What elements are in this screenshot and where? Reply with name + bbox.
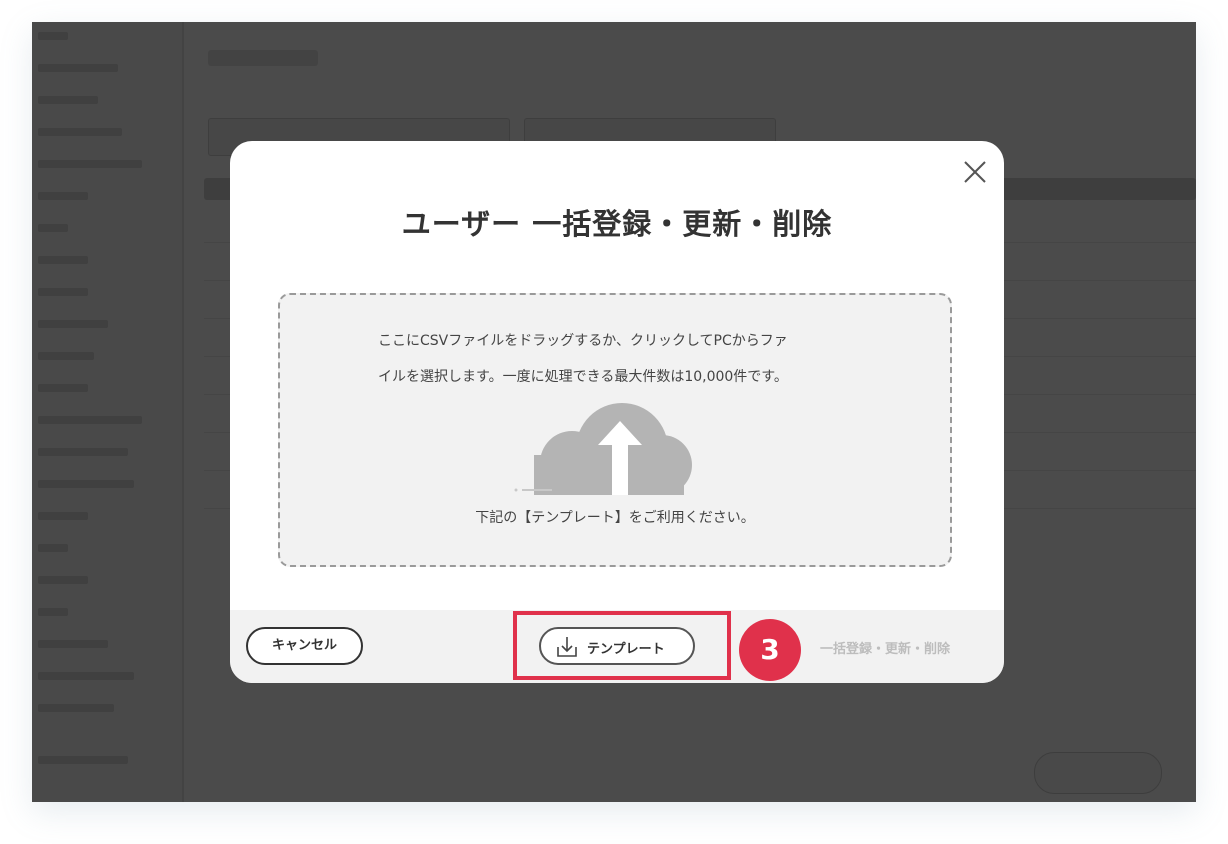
step-number-badge: 3 — [739, 619, 801, 681]
bulk-submit-button: 一括登録・更新・削除 — [820, 642, 951, 657]
close-icon[interactable] — [958, 155, 992, 189]
csv-dropzone[interactable]: ここにCSVファイルをドラッグするか、クリックしてPCからファ イルを選択します… — [278, 293, 952, 567]
bulk-import-modal: ユーザー 一括登録・更新・削除 ここにCSVファイルをドラッグするか、クリックし… — [230, 141, 1004, 683]
template-note: 下記の【テンプレート】をご利用ください。 — [475, 510, 755, 526]
dropzone-line-2: イルを選択します。一度に処理できる最大件数は10,000件です。 — [378, 369, 788, 385]
dropzone-line-1: ここにCSVファイルをドラッグするか、クリックしてPCからファ — [378, 333, 788, 349]
cancel-button[interactable]: キャンセル — [246, 627, 363, 665]
cloud-upload-icon — [512, 403, 706, 497]
dropzone-instructions: ここにCSVファイルをドラッグするか、クリックしてPCからファ イルを選択します… — [378, 323, 858, 395]
modal-title: ユーザー 一括登録・更新・削除 — [401, 207, 833, 241]
step-highlight-box — [513, 611, 731, 680]
